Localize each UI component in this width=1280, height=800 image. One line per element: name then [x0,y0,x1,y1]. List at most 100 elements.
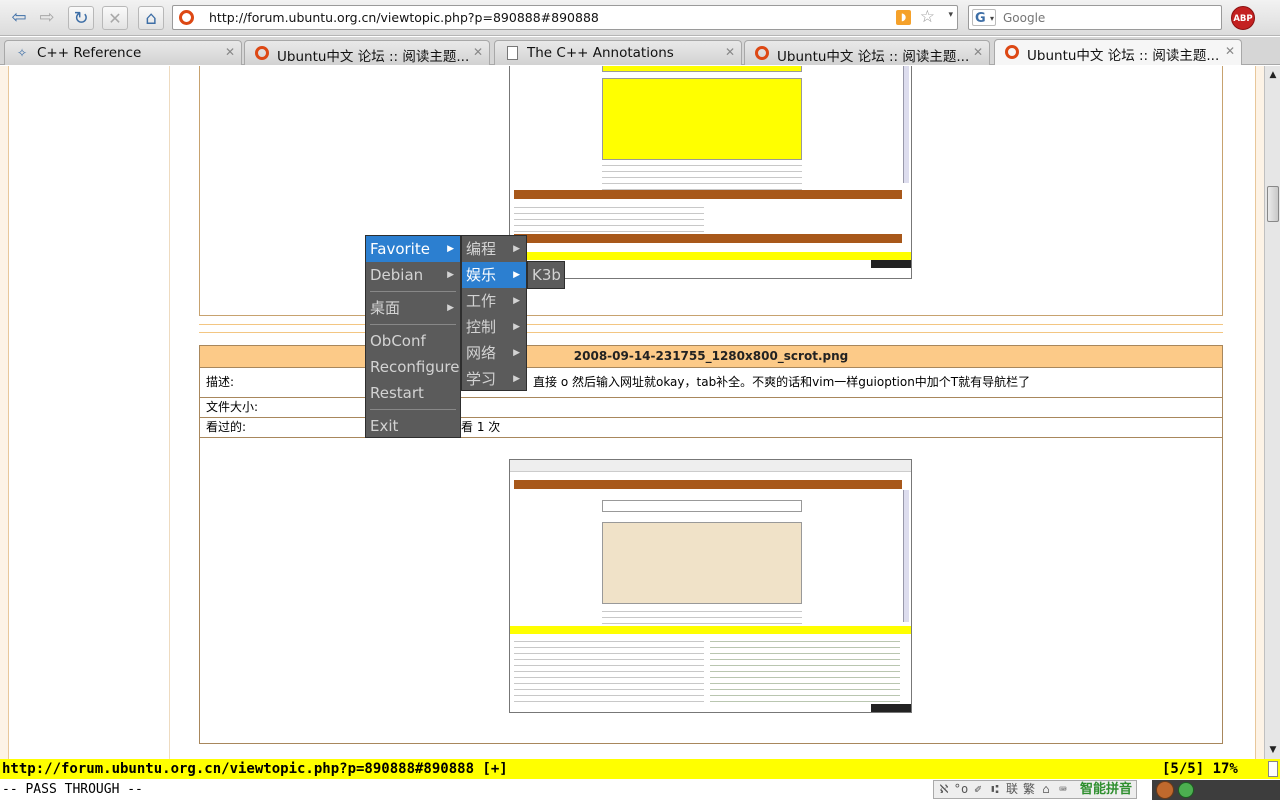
scrollbar-thumb[interactable] [1267,186,1279,222]
menu-item-label: ObConf [370,332,426,350]
tab-label: Ubuntu中文 论坛 :: 阅读主题... [277,49,470,65]
tab-label: Ubuntu中文 论坛 :: 阅读主题... [777,49,970,65]
url-bar[interactable]: http://forum.ubuntu.org.cn/viewtopic.php… [172,5,958,30]
url-text[interactable]: http://forum.ubuntu.org.cn/viewtopic.php… [209,10,599,25]
scroll-up-icon[interactable]: ▲ [1267,68,1279,82]
thumbnail-region [602,500,802,512]
menu-item-work[interactable]: 工作 ▶ [462,288,526,314]
bookmark-star-icon[interactable]: ☆ [920,7,935,27]
ime-logo-icon[interactable]: ℵ [936,781,952,798]
ime-lock-icon[interactable]: ⌂ [1038,781,1054,798]
attachment-description-row: 描述: 没有导航栏，直接 o 然后输入网址就okay，tab补全。不爽的话和vi… [200,368,1222,398]
ubuntu-favicon-icon [1005,45,1019,59]
menu-item-k3b[interactable]: K3b [528,262,564,288]
menu-item-label: 编程 [466,240,497,258]
tab-cpp-annotations[interactable]: The C++ Annotations ✕ [494,40,742,65]
thumbnail-region [602,606,802,624]
menu-item-label: 控制 [466,318,497,336]
menu-item-study[interactable]: 学习 ▶ [462,366,526,392]
openbox-root-menu: Favorite ▶ Debian ▶ 桌面 ▶ ObConf Reconfigure… [365,235,461,438]
menu-item-desktop[interactable]: 桌面 ▶ [366,295,460,321]
ime-pen-icon[interactable]: ✐ [970,781,986,798]
ubuntu-favicon-icon [255,46,269,60]
openbox-entertainment-submenu: K3b [527,261,565,289]
menu-item-restart[interactable]: Restart [366,380,460,406]
menu-item-reconfigure[interactable]: Reconfigure [366,354,460,380]
thumbnail-region [514,202,704,232]
stop-icon[interactable]: ✕ [102,6,128,30]
submenu-arrow-icon: ▶ [513,270,520,280]
menu-item-network[interactable]: 网络 ▶ [462,340,526,366]
tray-network-icon[interactable] [1178,782,1194,798]
ime-lianxiang-icon[interactable]: 联 [1004,781,1020,798]
ime-corner-icon[interactable]: ⑆ [987,781,1003,798]
reload-icon[interactable]: ↻ [68,6,94,30]
thumbnail-region [903,66,909,183]
menu-item-control[interactable]: 控制 ▶ [462,314,526,340]
close-tab-icon[interactable]: ✕ [473,45,483,59]
thumbnail-region [514,636,704,706]
menu-item-label: 娱乐 [466,266,497,284]
attachment-image-1[interactable] [509,66,912,279]
submenu-arrow-icon: ▶ [513,374,520,384]
thumbnail-region [871,260,911,268]
menu-item-obconf[interactable]: ObConf [366,328,460,354]
search-bar[interactable]: G [968,5,1222,30]
menu-item-exit[interactable]: Exit [366,413,460,439]
scroll-down-icon[interactable]: ▼ [1267,743,1279,757]
status-indicator-icon [1268,761,1278,777]
tab-cpp-reference[interactable]: ✧ C++ Reference ✕ [4,40,242,65]
page-scrollbar[interactable]: ▲ ▼ [1264,66,1280,759]
attachment-table: 2008-09-14-231755_1280x800_scrot.png 描述:… [199,345,1223,744]
adblock-plus-icon[interactable]: ABP [1231,6,1255,30]
submenu-arrow-icon: ▶ [447,270,454,280]
rss-feed-icon[interactable]: ◗ [896,10,911,25]
menu-item-entertainment[interactable]: 娱乐 ▶ [462,262,526,288]
menu-item-label: 学习 [466,370,497,388]
close-tab-icon[interactable]: ✕ [973,45,983,59]
menu-item-programming[interactable]: 编程 ▶ [462,236,526,262]
attachment-body [200,438,1222,743]
menu-item-label: K3b [532,266,561,284]
home-icon[interactable]: ⌂ [138,6,164,30]
forward-icon[interactable]: ⇨ [34,6,60,30]
thumbnail-region [710,636,900,706]
tab-ubuntu-forum-2[interactable]: Ubuntu中文 论坛 :: 阅读主题... ✕ [744,40,990,65]
search-input[interactable] [1003,7,1213,28]
site-favicon-icon [179,10,194,25]
submenu-arrow-icon: ▶ [513,322,520,332]
ime-traditional-icon[interactable]: 繁 [1021,781,1037,798]
tab-ubuntu-forum-3-active[interactable]: Ubuntu中文 论坛 :: 阅读主题... ✕ [994,39,1242,65]
menu-item-label: Reconfigure [370,358,460,376]
tab-ubuntu-forum-1[interactable]: Ubuntu中文 论坛 :: 阅读主题... ✕ [244,40,490,65]
status-position: [5/5] 17% [1162,761,1238,777]
menu-separator [370,291,456,292]
divider-line [199,324,1223,325]
ime-name[interactable]: 智能拼音 [1080,781,1132,798]
url-history-dropdown-icon[interactable]: ▾ [948,10,953,20]
vimperator-status-line: http://forum.ubuntu.org.cn/viewtopic.php… [0,759,1280,779]
thumbnail-region [602,78,802,160]
submenu-arrow-icon: ▶ [513,348,520,358]
navigation-toolbar: ⇦ ⇨ ↻ ✕ ⌂ http://forum.ubuntu.org.cn/vie… [0,0,1280,36]
ime-keyboard-icon[interactable]: ⌨ [1055,781,1071,798]
thumbnail-region [602,522,802,604]
close-tab-icon[interactable]: ✕ [1225,44,1235,58]
menu-separator [370,409,456,410]
close-tab-icon[interactable]: ✕ [725,45,735,59]
thumbnail-region [871,704,911,712]
menu-item-favorite[interactable]: Favorite ▶ [366,236,460,262]
tray-app-icon[interactable] [1156,781,1174,799]
google-engine-icon[interactable]: G [972,9,996,27]
close-tab-icon[interactable]: ✕ [225,45,235,59]
description-value: 没有导航栏，直接 o 然后输入网址就okay，tab补全。不爽的话和vim一样g… [461,375,1031,389]
attachment-size-row: 文件大小: [200,398,1222,418]
menu-item-debian[interactable]: Debian ▶ [366,262,460,288]
attachment-image-2[interactable] [509,459,912,713]
description-label: 描述: [206,375,235,389]
file-size-label: 文件大小: [206,400,259,414]
ime-punct-icon[interactable]: °o [953,781,969,798]
submenu-arrow-icon: ▶ [447,303,454,313]
back-icon[interactable]: ⇦ [6,6,32,30]
ubuntu-favicon-icon [755,46,769,60]
